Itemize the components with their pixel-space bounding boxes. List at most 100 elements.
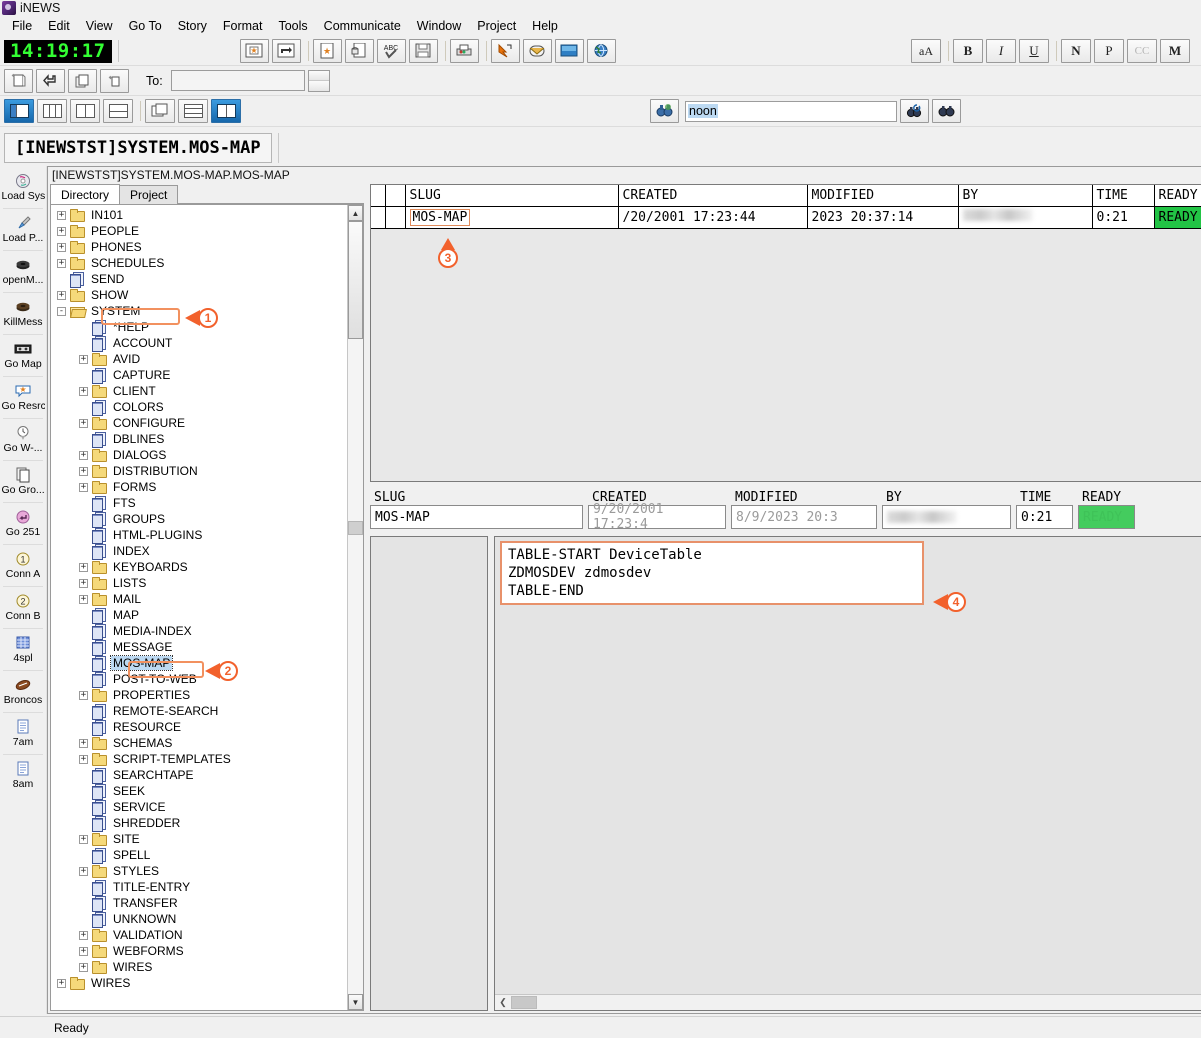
sidebar-item-load-sys[interactable]: Load Sys — [2, 167, 44, 207]
menu-format[interactable]: Format — [215, 17, 271, 35]
tree-node-mail[interactable]: +MAIL — [51, 591, 347, 607]
tree-node-index[interactable]: INDEX — [51, 543, 347, 559]
editor-side-panel[interactable] — [370, 536, 488, 1011]
scroll-thumb-secondary[interactable] — [348, 521, 363, 535]
tree-node-media-index[interactable]: MEDIA-INDEX — [51, 623, 347, 639]
expand-icon[interactable]: + — [79, 355, 88, 364]
tree-node-seek[interactable]: SEEK — [51, 783, 347, 799]
tree-node-help[interactable]: *HELP — [51, 319, 347, 335]
expand-icon[interactable]: + — [57, 291, 66, 300]
print-button[interactable] — [450, 39, 479, 63]
search-input[interactable]: noon — [685, 101, 897, 122]
col-slug[interactable]: SLUG — [405, 185, 618, 206]
expand-icon[interactable]: + — [79, 963, 88, 972]
expand-icon[interactable]: + — [79, 947, 88, 956]
tree-vertical-scrollbar[interactable]: ▲ ▼ — [347, 205, 363, 1010]
delete-note-button[interactable] — [100, 69, 129, 93]
editor-horizontal-scrollbar[interactable]: ❮ — [495, 994, 1201, 1010]
sidebar-item-7am[interactable]: 7am — [2, 713, 44, 753]
row-flag[interactable] — [385, 206, 405, 228]
tree-node-fts[interactable]: FTS — [51, 495, 347, 511]
tree-node-transfer[interactable]: TRANSFER — [51, 895, 347, 911]
layout-columns-button[interactable] — [37, 99, 67, 123]
expand-icon[interactable]: + — [79, 387, 88, 396]
grid-cell-slug[interactable]: MOS-MAP — [405, 206, 618, 228]
expand-icon[interactable]: + — [79, 467, 88, 476]
sidebar-item-killmess[interactable]: KillMess — [2, 293, 44, 333]
menu-story[interactable]: Story — [170, 17, 215, 35]
reply-button[interactable] — [36, 69, 65, 93]
italic-button[interactable]: I — [986, 39, 1016, 63]
spellcheck-button[interactable]: ABC — [377, 39, 406, 63]
tree-node-in101[interactable]: +IN101 — [51, 207, 347, 223]
created-field[interactable]: 9/20/2001 17:23:4 — [588, 505, 726, 529]
tree-node-html-plugins[interactable]: HTML-PLUGINS — [51, 527, 347, 543]
scroll-down-arrow[interactable]: ▼ — [348, 994, 363, 1010]
tree-node-schedules[interactable]: +SCHEDULES — [51, 255, 347, 271]
grid-cell-time[interactable]: 0:21 — [1092, 206, 1154, 228]
tree-node-send[interactable]: SEND — [51, 271, 347, 287]
tree-node-unknown[interactable]: UNKNOWN — [51, 911, 347, 927]
mail-button[interactable] — [523, 39, 552, 63]
sidebar-item-conn-b[interactable]: 2 Conn B — [2, 587, 44, 627]
tree-node-account[interactable]: ACCOUNT — [51, 335, 347, 351]
tree-node-validation[interactable]: +VALIDATION — [51, 927, 347, 943]
expand-icon[interactable]: + — [79, 563, 88, 572]
col-ready[interactable]: READY — [1154, 185, 1201, 206]
col-created[interactable]: CREATED — [618, 185, 807, 206]
layout-tree-view-button[interactable] — [4, 99, 34, 123]
layout-rows-button[interactable] — [178, 99, 208, 123]
tree-node-client[interactable]: +CLIENT — [51, 383, 347, 399]
scroll-up-arrow[interactable]: ▲ — [348, 205, 363, 221]
expand-icon[interactable]: + — [79, 691, 88, 700]
forward-button[interactable] — [272, 39, 301, 63]
sidebar-item-go-w[interactable]: Go W-... — [2, 419, 44, 459]
collapse-icon[interactable]: - — [57, 307, 66, 316]
menu-project[interactable]: Project — [469, 17, 524, 35]
time-field[interactable]: 0:21 — [1016, 505, 1073, 529]
tree-node-script-templates[interactable]: +SCRIPT-TEMPLATES — [51, 751, 347, 767]
editor-text[interactable]: TABLE-START DeviceTableZDMOSDEV zdmosdev… — [500, 541, 924, 605]
expand-icon[interactable]: + — [79, 739, 88, 748]
tree-node-lists[interactable]: +LISTS — [51, 575, 347, 591]
scroll-left-arrow[interactable]: ❮ — [495, 997, 511, 1008]
tree-node-mos-map[interactable]: MOS-MAP — [51, 655, 347, 671]
font-button[interactable]: aA — [911, 39, 941, 63]
scroll-thumb[interactable] — [511, 996, 537, 1009]
col-modified[interactable]: MODIFIED — [807, 185, 958, 206]
tree-node-spell[interactable]: SPELL — [51, 847, 347, 863]
tree-node-service[interactable]: SERVICE — [51, 799, 347, 815]
tree-node-avid[interactable]: +AVID — [51, 351, 347, 367]
sidebar-item-go-map[interactable]: Go Map — [2, 335, 44, 375]
expand-icon[interactable]: + — [57, 227, 66, 236]
machine-button[interactable]: M — [1160, 39, 1190, 63]
tree-node-resource[interactable]: RESOURCE — [51, 719, 347, 735]
underline-button[interactable]: U — [1019, 39, 1049, 63]
sidebar-item-4spl[interactable]: 4spl — [2, 629, 44, 669]
tree-node-webforms[interactable]: +WEBFORMS — [51, 943, 347, 959]
grid-empty-area[interactable] — [371, 229, 1201, 482]
menu-tools[interactable]: Tools — [270, 17, 315, 35]
print-preview-button[interactable] — [345, 39, 374, 63]
tree-node-keyboards[interactable]: +KEYBOARDS — [51, 559, 347, 575]
scroll-track[interactable] — [348, 221, 363, 994]
expand-icon[interactable]: + — [79, 931, 88, 940]
tree-node-configure[interactable]: +CONFIGURE — [51, 415, 347, 431]
status-badge[interactable]: READY — [1154, 206, 1201, 228]
menu-go-to[interactable]: Go To — [121, 17, 170, 35]
new-story-button[interactable]: ★ — [240, 39, 269, 63]
menu-communicate[interactable]: Communicate — [316, 17, 409, 35]
tree-node-shredder[interactable]: SHREDDER — [51, 815, 347, 831]
to-spinner[interactable] — [308, 70, 330, 92]
tree-node-schemas[interactable]: +SCHEMAS — [51, 735, 347, 751]
layout-split-horizontal-button[interactable] — [103, 99, 133, 123]
tree-node-capture[interactable]: CAPTURE — [51, 367, 347, 383]
col-flag[interactable] — [385, 185, 405, 206]
tree-node-post-to-web[interactable]: POST-TO-WEB — [51, 671, 347, 687]
to-input[interactable] — [171, 70, 305, 91]
sidebar-item-conn-a[interactable]: 1 Conn A — [2, 545, 44, 585]
row-marker[interactable] — [371, 206, 385, 228]
tree-node-distribution[interactable]: +DISTRIBUTION — [51, 463, 347, 479]
expand-icon[interactable]: + — [79, 579, 88, 588]
new-page-button[interactable]: ★ — [313, 39, 342, 63]
